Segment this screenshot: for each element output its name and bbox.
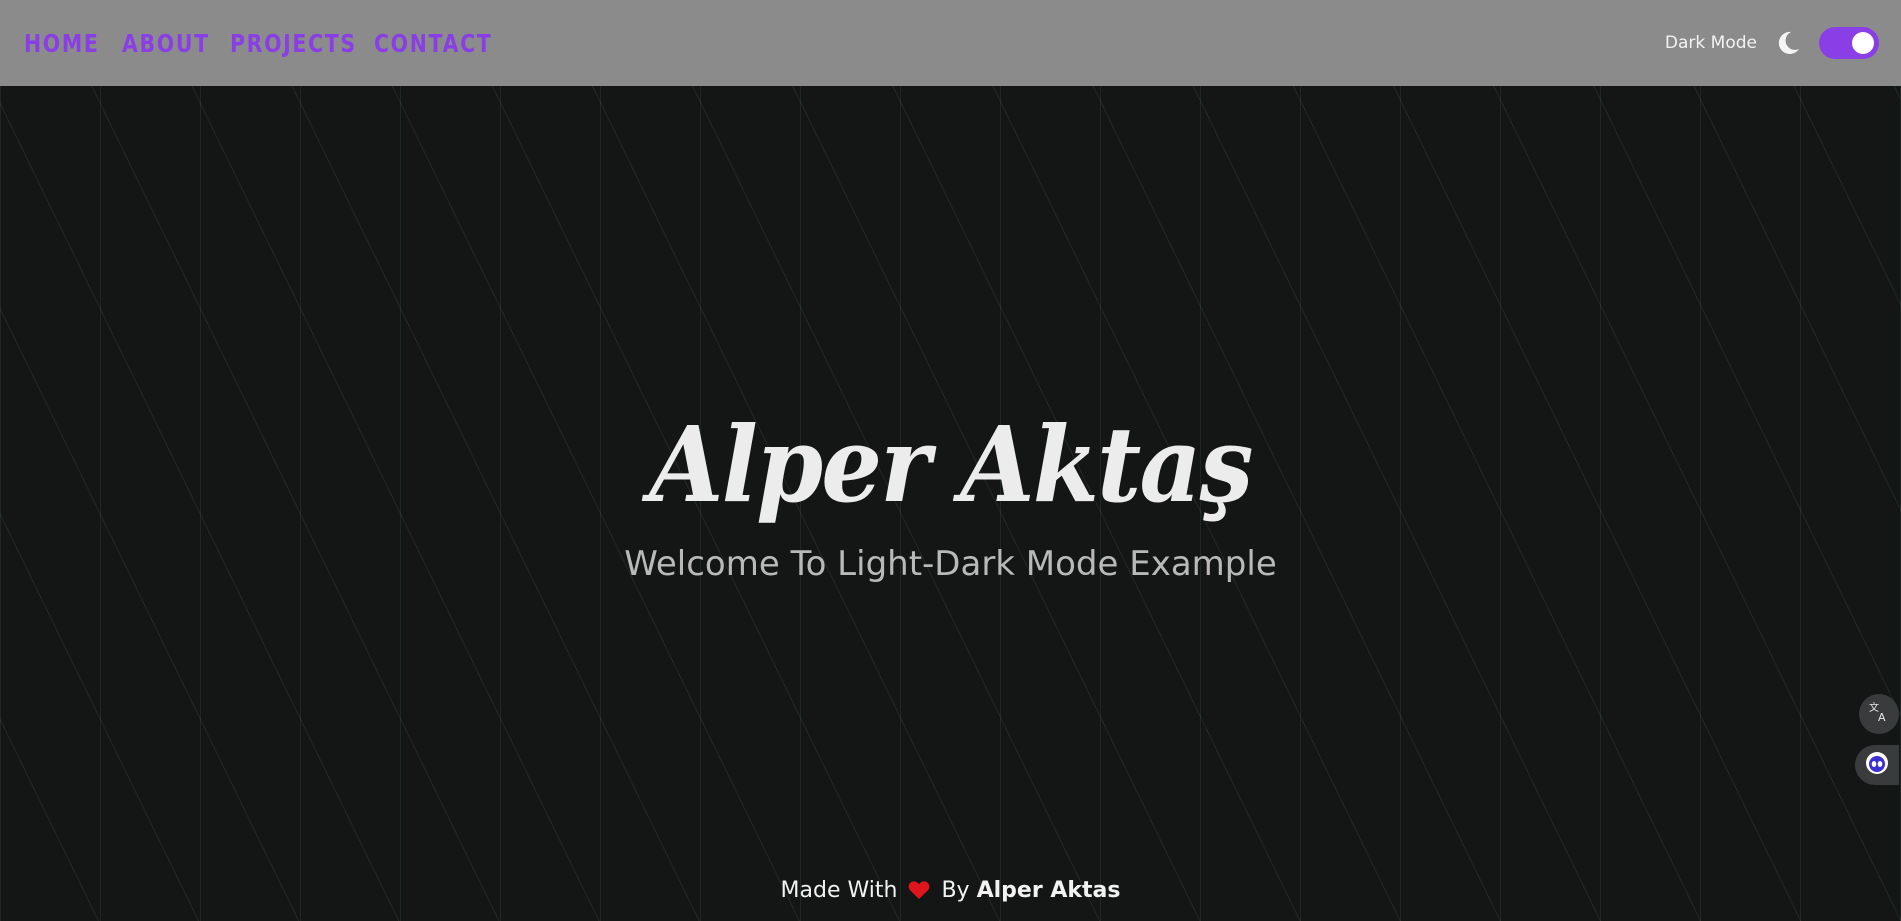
footer: Made With By Alper Aktas (0, 874, 1901, 908)
svg-text:A: A (1878, 711, 1886, 723)
footer-author: Alper Aktas (976, 878, 1121, 903)
dark-mode-toggle[interactable] (1819, 27, 1879, 59)
toggle-knob (1852, 32, 1874, 54)
assistant-icon (1864, 750, 1890, 780)
hero: Alper Aktaş Welcome To Light-Dark Mode E… (0, 400, 1901, 586)
heart-icon (908, 877, 930, 899)
assistant-button[interactable] (1855, 745, 1899, 785)
footer-made-with: Made With (780, 878, 898, 903)
footer-by: By (941, 878, 970, 903)
nav-link-contact[interactable]: CONTACT (374, 29, 491, 58)
page: HOME ABOUT PROJECTS CONTACT Dark Mode Al… (0, 0, 1901, 921)
moon-icon (1775, 30, 1801, 56)
hero-title: Alper Aktaş (649, 403, 1253, 526)
navbar: HOME ABOUT PROJECTS CONTACT Dark Mode (0, 0, 1901, 86)
translate-button[interactable]: 文 A (1859, 694, 1899, 734)
nav-links: HOME ABOUT PROJECTS CONTACT (24, 29, 491, 58)
mode-label: Dark Mode (1664, 33, 1757, 53)
nav-link-projects[interactable]: PROJECTS (230, 29, 355, 58)
translate-icon: 文 A (1868, 701, 1890, 727)
theme-switch: Dark Mode (1665, 27, 1879, 59)
hero-subtitle: Welcome To Light-Dark Mode Example (624, 544, 1277, 584)
nav-link-home[interactable]: HOME (24, 29, 98, 58)
nav-link-about[interactable]: ABOUT (122, 29, 208, 58)
